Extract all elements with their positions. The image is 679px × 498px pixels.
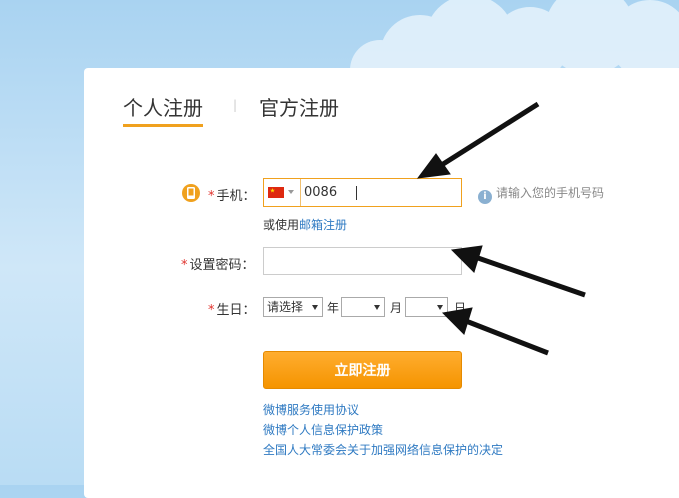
password-input[interactable] (263, 247, 462, 275)
email-register-link[interactable]: 邮箱注册 (299, 218, 347, 232)
dropdown-arrow-icon (437, 305, 443, 310)
chevron-down-icon (288, 190, 294, 194)
dropdown-arrow-icon (312, 305, 318, 310)
required-mark: * (208, 303, 215, 318)
tab-official-register[interactable]: 官方注册 (259, 92, 339, 121)
register-button[interactable]: 立即注册 (263, 351, 462, 389)
phone-hint: i 请输入您的手机号码 (478, 184, 604, 204)
alt-register-prefix: 或使用 (263, 218, 300, 232)
month-unit: 月 (390, 301, 403, 315)
phone-field (263, 178, 462, 207)
service-agreement-link[interactable]: 微博服务使用协议 (263, 401, 359, 418)
tab-separator: | (233, 98, 238, 112)
birthday-label-text: 生日： (216, 303, 256, 318)
birthday-label: * 生日： (208, 299, 256, 318)
password-label-text: 设置密码： (189, 258, 255, 273)
year-unit: 年 (327, 301, 340, 315)
month-select[interactable] (341, 297, 385, 317)
year-select[interactable]: 请选择 (263, 297, 323, 317)
day-unit: 日 (454, 301, 467, 315)
privacy-policy-link[interactable]: 微博个人信息保护政策 (263, 421, 383, 438)
phone-label-text: 手机： (216, 189, 256, 204)
text-cursor (356, 186, 357, 200)
phone-input[interactable] (304, 182, 454, 203)
country-code-select[interactable] (264, 179, 301, 206)
alt-register: 或使用邮箱注册 (263, 216, 347, 233)
required-mark: * (181, 258, 188, 273)
year-select-value: 请选择 (267, 300, 304, 314)
phone-label: * 手机： (208, 185, 256, 204)
network-protection-decision-link[interactable]: 全国人大常委会关于加强网络信息保护的决定 (263, 441, 503, 458)
password-label: * 设置密码： (181, 254, 255, 273)
info-icon: i (478, 190, 492, 204)
phone-icon (182, 184, 200, 202)
china-flag-icon (268, 187, 284, 198)
phone-hint-text: 请输入您的手机号码 (496, 186, 605, 200)
dropdown-arrow-icon (374, 305, 380, 310)
day-select[interactable] (405, 297, 448, 317)
tab-personal-register[interactable]: 个人注册 (123, 92, 203, 127)
required-mark: * (208, 189, 215, 204)
